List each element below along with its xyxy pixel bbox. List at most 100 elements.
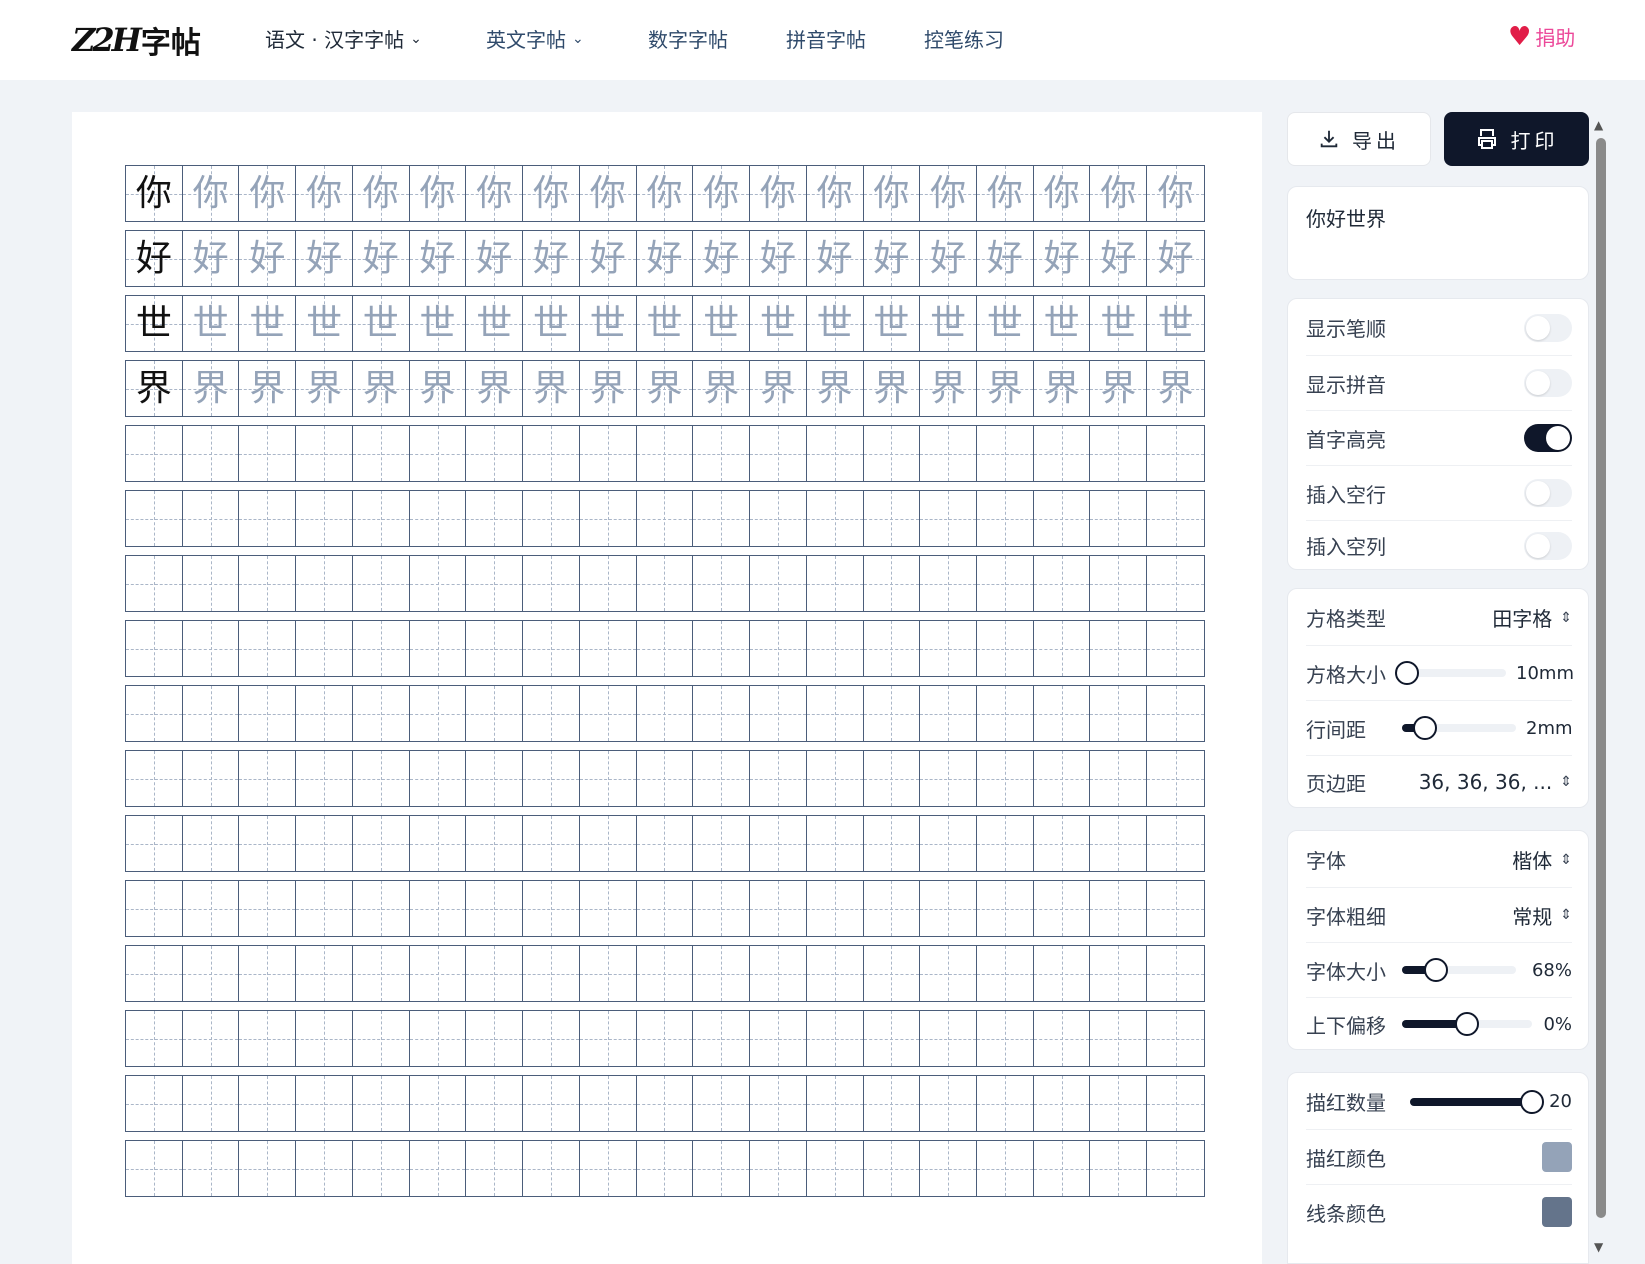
grid-cell <box>409 1011 467 1066</box>
grid-cell: 好 <box>126 231 183 286</box>
font-select[interactable]: 楷体 ⇕ <box>1512 845 1572 874</box>
scrollbar-thumb[interactable] <box>1596 138 1606 1218</box>
grid-cell <box>636 946 694 1001</box>
grid-cell <box>693 946 751 1001</box>
nav-pinyin-label: 拼音字帖 <box>786 28 866 52</box>
page-scrollbar[interactable]: ▲ ▼ <box>1593 112 1609 1264</box>
grid-cell <box>920 816 978 871</box>
trace-character: 你 <box>306 172 343 214</box>
font-size-slider[interactable] <box>1402 958 1516 982</box>
empty-line-toggle[interactable] <box>1524 479 1572 507</box>
font-weight-select[interactable]: 常规 ⇕ <box>1512 901 1572 930</box>
print-button[interactable]: 打印 <box>1444 112 1589 166</box>
toggle-label: 首字高亮 <box>1306 427 1386 452</box>
nav-pen-control[interactable]: 控笔练习 <box>924 24 1004 53</box>
trace-count-slider[interactable] <box>1410 1089 1544 1114</box>
line-spacing-slider[interactable] <box>1402 716 1516 740</box>
line-spacing-value: 2mm <box>1526 717 1573 739</box>
grid-cell <box>523 621 580 676</box>
grid-size-slider[interactable] <box>1395 661 1506 685</box>
grid-cell <box>352 1076 410 1131</box>
trace-character: 你 <box>646 172 683 214</box>
trace-character: 界 <box>419 367 456 409</box>
grid-cell: 界 <box>863 361 921 416</box>
slider-knob[interactable] <box>1395 661 1420 685</box>
grid-cell <box>182 946 240 1001</box>
grid-cell <box>1033 556 1091 611</box>
grid-cell: 世 <box>806 296 864 351</box>
font-size-row: 字体大小 68% <box>1306 942 1572 997</box>
line-spacing-row: 行间距 2mm <box>1306 700 1573 755</box>
nav-english[interactable]: 英文字帖 ⌄ <box>486 24 584 53</box>
empty-column-toggle[interactable] <box>1524 531 1572 560</box>
line-color-swatch[interactable] <box>1542 1197 1572 1227</box>
grid-type-select[interactable]: 田字格 ⇕ <box>1492 603 1572 632</box>
vertical-offset-slider[interactable] <box>1402 1012 1532 1036</box>
trace-character: 你 <box>476 172 513 214</box>
grid-cell <box>1147 751 1204 806</box>
grid-cell <box>579 946 637 1001</box>
grid-cell: 世 <box>750 296 807 351</box>
donate-link[interactable]: ♥ 捐助 <box>1508 22 1575 51</box>
stroke-order-toggle[interactable] <box>1524 313 1572 342</box>
scroll-down-arrow-icon[interactable]: ▼ <box>1594 1240 1603 1254</box>
grid-cell: 你 <box>239 166 297 221</box>
trace-character: 界 <box>1157 367 1194 409</box>
slider-knob[interactable] <box>1424 958 1449 982</box>
grid-cell <box>1147 946 1204 1001</box>
trace-color-swatch[interactable] <box>1542 1142 1572 1172</box>
grid-cell <box>239 556 297 611</box>
pinyin-toggle[interactable] <box>1524 369 1572 397</box>
slider-knob[interactable] <box>1412 716 1437 740</box>
grid-cell: 界 <box>693 361 751 416</box>
practice-text-input[interactable]: 你好世界 <box>1306 203 1386 232</box>
grid-cell <box>296 751 353 806</box>
grid-cell <box>693 881 751 936</box>
grid-cell <box>636 491 694 546</box>
nav-chinese[interactable]: 语文 · 汉字字帖 ⌄ <box>265 24 422 53</box>
grid-cell: 世 <box>636 296 694 351</box>
grid-cell: 界 <box>806 361 864 416</box>
page-margin-select[interactable]: 36, 36, 36, ... ⇕ <box>1419 770 1572 794</box>
grid-cell <box>579 1076 637 1131</box>
trace-character: 界 <box>816 367 853 409</box>
grid-cell: 世 <box>863 296 921 351</box>
grid-cell <box>1147 621 1204 676</box>
nav-digits[interactable]: 数字字帖 <box>648 24 728 53</box>
grid-cell <box>636 751 694 806</box>
grid-cell <box>296 881 353 936</box>
grid-cell <box>296 1076 353 1131</box>
grid-cell <box>977 1011 1034 1066</box>
grid-cell <box>636 1141 694 1196</box>
trace-character: 世 <box>589 302 626 344</box>
text-input-card[interactable]: 你好世界 <box>1287 186 1589 280</box>
page-margin-label: 页边距 <box>1306 771 1366 796</box>
grid-cell <box>296 1141 353 1196</box>
grid-cell <box>409 491 467 546</box>
grid-cell: 好 <box>182 231 240 286</box>
grid-cell: 世 <box>1033 296 1091 351</box>
grid-cell <box>1147 686 1204 741</box>
grid-cell <box>863 686 921 741</box>
grid-size-value: 10mm <box>1516 662 1574 684</box>
chevron-up-down-icon: ⇕ <box>1560 907 1572 923</box>
trace-character: 好 <box>192 237 229 279</box>
grid-cell <box>806 751 864 806</box>
grid-cell <box>1090 621 1148 676</box>
grid-cell <box>409 1141 467 1196</box>
grid-cell: 世 <box>352 296 410 351</box>
grid-cell <box>750 946 807 1001</box>
first-char-highlight-toggle[interactable] <box>1524 424 1572 452</box>
grid-cell <box>182 426 240 481</box>
slider-knob[interactable] <box>1520 1089 1544 1114</box>
vertical-offset-value: 0% <box>1543 1013 1572 1035</box>
trace-character: 世 <box>646 302 683 344</box>
slider-knob[interactable] <box>1455 1012 1479 1036</box>
export-button[interactable]: 导出 <box>1287 112 1431 166</box>
grid-cell <box>579 1141 637 1196</box>
scroll-up-arrow-icon[interactable]: ▲ <box>1594 118 1603 132</box>
grid-cell <box>579 556 637 611</box>
grid-cell <box>693 556 751 611</box>
site-logo[interactable]: Z2H 字帖 <box>66 20 201 61</box>
nav-pinyin[interactable]: 拼音字帖 <box>786 24 866 53</box>
